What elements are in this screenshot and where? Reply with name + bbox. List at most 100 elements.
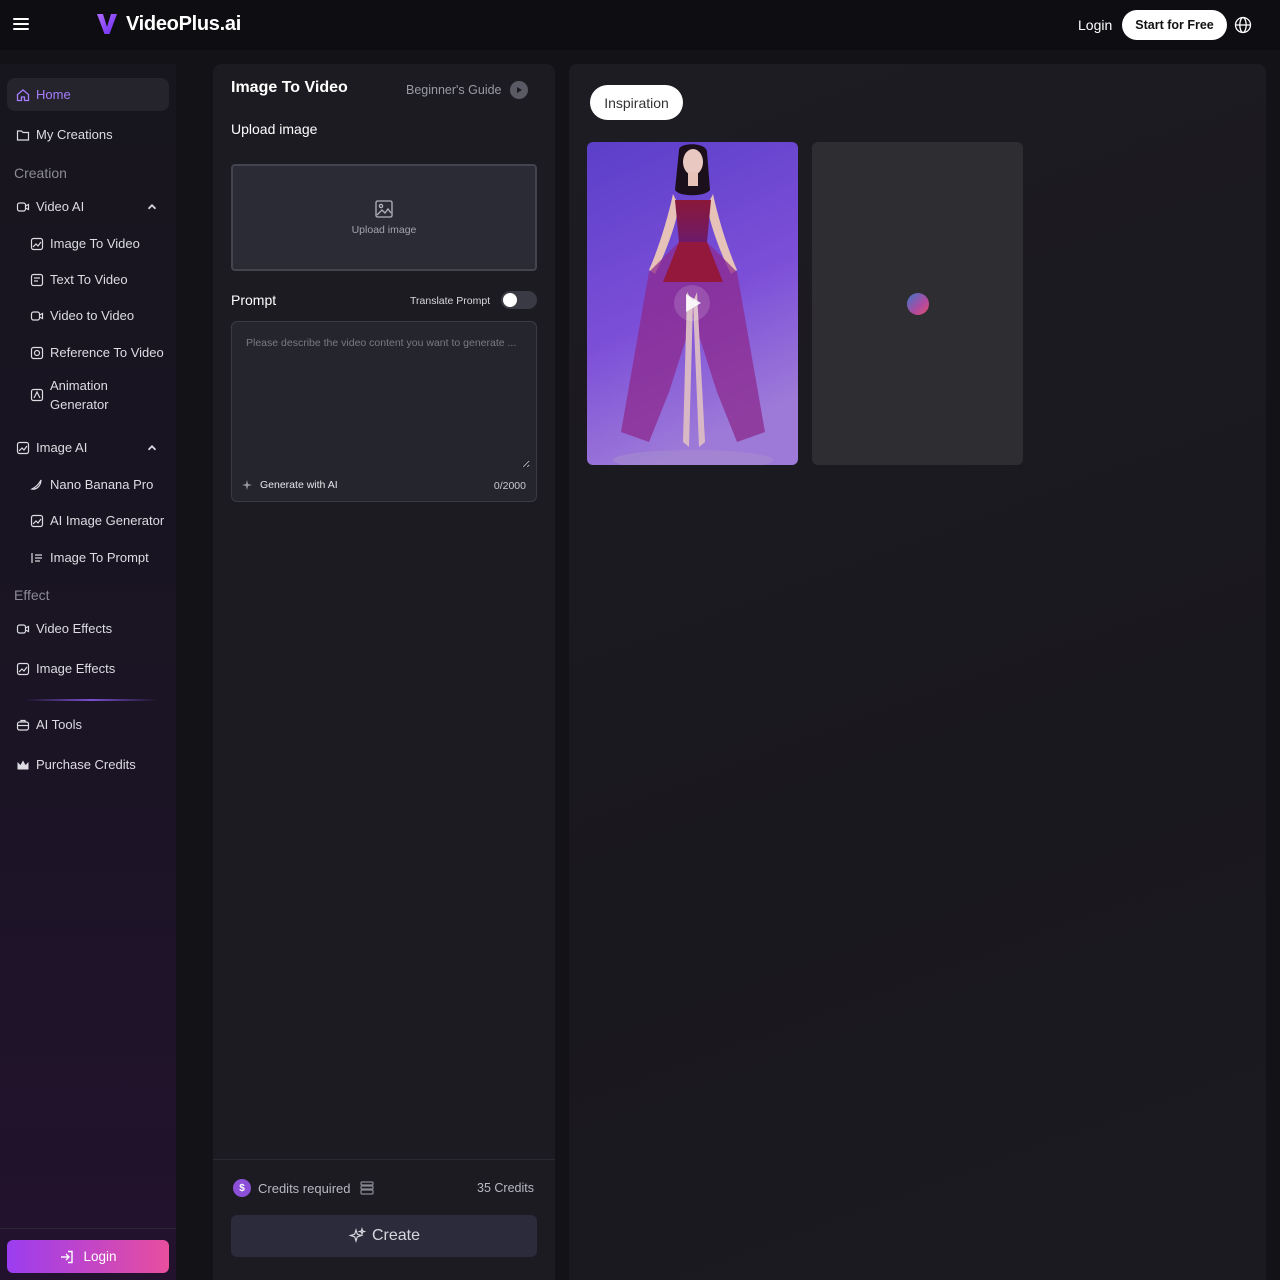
upload-image-label: Upload image	[231, 121, 318, 137]
logo-v-icon	[97, 14, 117, 34]
sidebar: Home My Creations Creation Video AI Imag…	[0, 64, 176, 1280]
sidebar-item-image-effects[interactable]: Image Effects	[7, 652, 169, 685]
generate-with-ai-button[interactable]: Generate with AI	[242, 479, 338, 491]
start-for-free-button[interactable]: Start for Free	[1122, 10, 1227, 40]
page-title: Image To Video	[231, 79, 348, 96]
brand-name: VideoPlus.ai	[126, 12, 241, 35]
sparkle-icon	[242, 480, 252, 490]
image-to-video-icon	[30, 237, 44, 250]
sidebar-item-label: Image To Prompt	[50, 550, 149, 565]
sidebar-divider	[24, 699, 158, 701]
banana-icon	[30, 479, 42, 490]
home-icon	[16, 88, 30, 101]
prompt-label: Prompt	[231, 292, 277, 308]
sidebar-item-label: Video to Video	[50, 308, 135, 323]
chevron-up-icon[interactable]	[145, 200, 159, 214]
image-to-video-panel: Image To Video Beginner's Guide Upload i…	[213, 64, 555, 1280]
toolbox-icon	[16, 719, 30, 731]
upload-box-text: Upload image	[351, 224, 417, 236]
image-ai-icon	[16, 441, 30, 454]
sidebar-item-label: Animation	[50, 378, 108, 393]
sidebar-item-label: Video Effects	[36, 621, 113, 636]
dollar-coin-icon: $	[233, 1179, 251, 1197]
sparkles-icon	[348, 1227, 366, 1244]
beginners-guide-link[interactable]: Beginner's Guide	[406, 81, 528, 99]
sidebar-item-label: AI Image Generator	[50, 513, 165, 528]
top-header: VideoPlus.ai Login Start for Free	[0, 0, 1280, 50]
image-effects-icon	[16, 662, 30, 675]
sidebar-item-label: Image Effects	[36, 661, 116, 676]
translate-prompt-toggle[interactable]	[501, 291, 537, 309]
hamburger-menu-icon[interactable]	[12, 15, 30, 33]
sidebar-item-reference-to-video[interactable]: Reference To Video	[7, 336, 169, 369]
crown-icon	[17, 760, 29, 769]
brand-logo[interactable]: VideoPlus.ai	[96, 12, 241, 36]
inspiration-gallery: Inspiration	[569, 64, 1266, 1280]
create-button[interactable]: Create	[231, 1215, 537, 1257]
sidebar-item-label: Text To Video	[50, 272, 128, 287]
sidebar-item-label: AI Tools	[36, 717, 83, 732]
section-label-creation: Creation	[14, 165, 67, 181]
inspiration-loading-card[interactable]	[812, 142, 1023, 465]
upload-image-dropzone[interactable]: Upload image	[231, 164, 537, 271]
sidebar-item-image-to-prompt[interactable]: Image To Prompt	[7, 541, 169, 574]
folder-icon	[16, 129, 30, 141]
sidebar-item-label: Nano Banana Pro	[50, 477, 154, 492]
coins-stack-icon	[359, 1181, 374, 1195]
sidebar-item-label: Video AI	[36, 199, 85, 214]
sidebar-item-video-to-video[interactable]: Video to Video	[7, 299, 169, 332]
video-to-video-icon	[30, 310, 44, 321]
play-icon	[509, 81, 528, 99]
header-login-link[interactable]: Login	[1078, 17, 1112, 33]
generate-with-ai-label: Generate with AI	[260, 479, 338, 491]
login-arrow-icon	[61, 1250, 74, 1263]
inspiration-video-card[interactable]	[587, 142, 798, 465]
credits-value: 35 Credits	[477, 1181, 534, 1195]
sidebar-item-label: Image To Video	[50, 236, 140, 251]
loading-spinner-icon	[907, 293, 929, 315]
ai-image-generator-icon	[30, 514, 44, 527]
sidebar-login-button[interactable]: Login	[7, 1240, 169, 1273]
sidebar-item-label: My Creations	[36, 127, 113, 142]
sidebar-item-home[interactable]: Home	[7, 78, 169, 111]
sidebar-item-text-to-video[interactable]: Text To Video	[7, 263, 169, 296]
sidebar-login-label: Login	[83, 1249, 117, 1264]
sidebar-item-purchase-credits[interactable]: Purchase Credits	[7, 748, 169, 781]
sidebar-item-image-to-video[interactable]: Image To Video	[7, 227, 169, 260]
sidebar-item-image-ai[interactable]: Image AI	[7, 431, 169, 464]
image-to-prompt-icon	[31, 552, 42, 563]
image-upload-icon	[375, 200, 393, 218]
sidebar-item-label: Home	[36, 87, 71, 102]
sidebar-item-my-creations[interactable]: My Creations	[7, 118, 169, 151]
sidebar-item-ai-tools[interactable]: AI Tools	[7, 708, 169, 741]
section-label-effect: Effect	[14, 587, 50, 603]
sidebar-item-label: Image AI	[36, 440, 88, 455]
panel-footer-divider	[213, 1159, 555, 1160]
create-label: Create	[371, 1227, 421, 1244]
sidebar-bottom-divider	[0, 1228, 176, 1229]
video-thumbnail-image	[587, 142, 798, 465]
sidebar-item-animation-generator[interactable]: Animation Generator	[7, 372, 169, 418]
video-effects-icon	[16, 623, 30, 634]
video-ai-icon	[16, 201, 30, 212]
reference-to-video-icon	[30, 346, 44, 359]
credits-required-label: Credits required	[258, 1180, 351, 1196]
sidebar-item-video-effects[interactable]: Video Effects	[7, 612, 169, 645]
credits-required-row: $ Credits required	[233, 1179, 376, 1197]
prompt-box: Generate with AI 0/2000	[231, 321, 537, 502]
sidebar-item-label: Reference To Video	[50, 345, 164, 360]
guide-label: Beginner's Guide	[406, 83, 502, 97]
sidebar-item-nano-banana-pro[interactable]: Nano Banana Pro	[7, 468, 169, 501]
sidebar-item-video-ai[interactable]: Video AI	[7, 190, 169, 223]
prompt-textarea[interactable]	[238, 328, 530, 468]
animation-generator-icon	[30, 388, 44, 402]
globe-language-icon[interactable]	[1234, 16, 1252, 34]
sidebar-item-label-wrap: Animation Generator	[50, 376, 109, 414]
sidebar-item-label: Purchase Credits	[36, 757, 136, 772]
prompt-char-counter: 0/2000	[493, 480, 526, 492]
tab-inspiration[interactable]: Inspiration	[590, 85, 683, 120]
chevron-up-icon[interactable]	[145, 441, 159, 455]
sidebar-item-label: Generator	[50, 397, 109, 412]
sidebar-item-ai-image-generator[interactable]: AI Image Generator	[7, 504, 169, 537]
translate-prompt-label: Translate Prompt	[410, 295, 491, 307]
